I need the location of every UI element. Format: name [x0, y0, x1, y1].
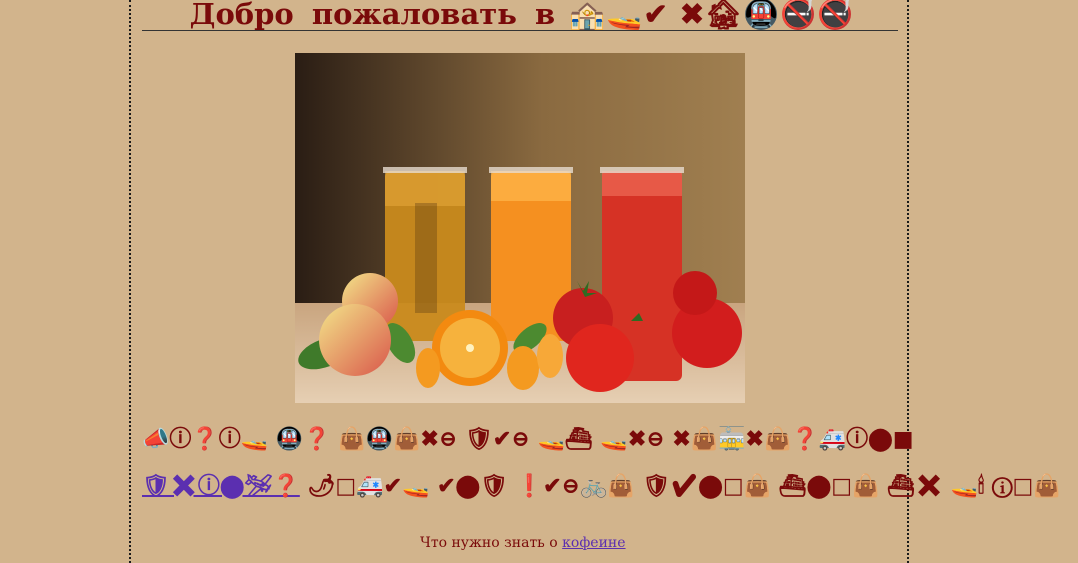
footer-word: о: [549, 535, 558, 551]
icon-glyph-line-two: 🛡✖ⓘ⬤🛩❓ 🌶□🚑✔🚤 ✔⬤🛡 ❗✔⊖🚲👜 🛡✔⬤□👜 ⛴⬤□👜 ⛴✖ 🚤🕯 …: [142, 472, 1061, 500]
icon-glyph-line-one: 📣ⓘ❓ⓘ🚤 🚇❓ 👜🚇👜✖⊖ 🛡✔⊖ 🚤⛴ 🚤✖⊖ ✖👜🚋✖👜❓🚑ⓘ⬤■: [142, 426, 914, 452]
page-title: Добро пожаловать в 🏤🚤✔ ✖🏚🚇🚭🚭: [142, 0, 898, 31]
icon-glyph-link[interactable]: 🛡✖ⓘ⬤🛩❓: [142, 473, 300, 499]
title-word: Добро: [189, 0, 294, 31]
juice-glasses-image: [295, 53, 745, 403]
left-dotted-border: [129, 0, 131, 563]
footer-word: нужно: [451, 535, 500, 551]
title-icon-glyphs: 🏤🚤✔ ✖🏚🚇🚭🚭: [569, 0, 855, 31]
title-word: пожаловать: [311, 0, 517, 31]
footer-caffeine-note: Что нужно знать о кофеине: [420, 535, 626, 551]
title-word: в: [535, 0, 556, 31]
footer-word: Что: [420, 535, 447, 551]
caffeine-link[interactable]: кофеине: [562, 535, 625, 551]
footer-word: знать: [504, 535, 545, 551]
icon-glyph-text: 🌶□🚑✔🚤 ✔⬤🛡 ❗✔⊖🚲👜 🛡✔⬤□👜 ⛴⬤□👜 ⛴✖ 🚤🕯 ⓘ□👜: [307, 473, 1061, 499]
